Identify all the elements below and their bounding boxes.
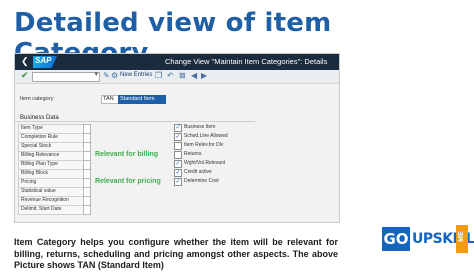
next-icon[interactable]: ▶: [201, 71, 207, 80]
checkbox-unchecked-icon[interactable]: [174, 142, 182, 150]
check-icon[interactable]: ✔: [21, 70, 29, 81]
delimit-start-date-input[interactable]: [83, 205, 91, 215]
item-category-code-field[interactable]: TAN: [101, 95, 119, 104]
field-label-delimit-start-date: Delimit. Start Date: [18, 205, 86, 215]
toolbar: ✔ ▾ ✎ ⚙ New Entries ❐ ↶ ⊠ ◀ ▶: [15, 70, 339, 84]
chevron-down-icon[interactable]: ▾: [94, 70, 98, 78]
logo-me-tab: ME: [456, 225, 468, 253]
display-change-icon[interactable]: ✎: [103, 71, 110, 80]
checkbox-unchecked-icon[interactable]: [174, 151, 182, 159]
sap-logo: SAP: [33, 56, 57, 68]
billing-annotation: Relevant for billing: [95, 151, 159, 158]
item-category-description-field[interactable]: Standard Item: [118, 95, 166, 104]
item-category-label: Item category: [20, 96, 54, 102]
slide-caption: Item Category helps you configure whethe…: [14, 237, 338, 270]
checkbox-checked-icon[interactable]: ✓: [174, 169, 182, 177]
delete-icon[interactable]: ⊠: [179, 71, 186, 80]
checkbox-checked-icon[interactable]: ✓: [174, 160, 182, 168]
copy-icon[interactable]: ❐: [155, 71, 162, 80]
undo-icon[interactable]: ↶: [167, 71, 174, 80]
section-divider: [15, 121, 255, 122]
back-arrow-icon[interactable]: ❮: [21, 56, 29, 67]
command-field[interactable]: ▾: [32, 70, 100, 82]
other-object-icon[interactable]: ⚙: [111, 71, 118, 80]
checkbox-checked-icon[interactable]: ✓: [174, 133, 182, 141]
goupskill-logo: GO UPSKILL ME: [382, 225, 474, 253]
window-title: Change View "Maintain Item Categories": …: [165, 57, 328, 66]
checkbox-checked-icon[interactable]: ✓: [174, 124, 182, 132]
pricing-annotation: Relevant for pricing: [95, 178, 161, 185]
sap-title-bar: ❮ SAP Change View "Maintain Item Categor…: [15, 54, 339, 70]
checkbox-checked-icon[interactable]: ✓: [174, 178, 182, 186]
logo-go: GO: [382, 227, 410, 251]
prev-icon[interactable]: ◀: [191, 71, 197, 80]
sap-window: ❮ SAP Change View "Maintain Item Categor…: [14, 53, 340, 223]
new-entries-button[interactable]: New Entries: [120, 72, 152, 78]
